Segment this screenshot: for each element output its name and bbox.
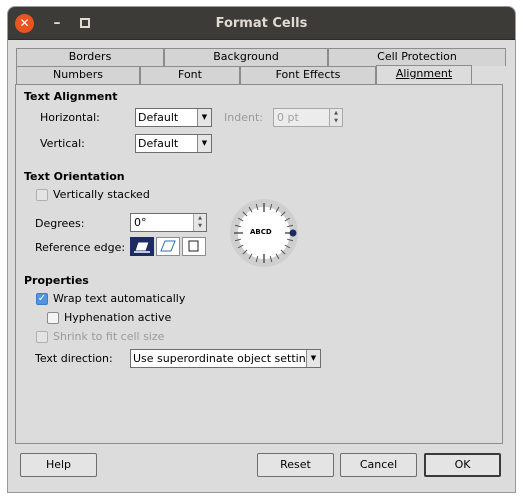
horizontal-value: Default — [138, 111, 179, 124]
orientation-dial[interactable]: ABCD — [228, 197, 300, 269]
shrink-checkbox[interactable] — [36, 331, 48, 343]
maximize-icon[interactable] — [80, 18, 90, 28]
degrees-value: 0° — [134, 216, 147, 229]
degrees-spinner[interactable]: 0° ▲ ▼ — [130, 213, 207, 232]
text-orientation-heading: Text Orientation — [24, 170, 125, 183]
reference-edge-inside-button[interactable] — [182, 237, 206, 256]
horizontal-label: Horizontal: — [40, 111, 100, 124]
chevron-down-icon: ▼ — [197, 135, 211, 152]
close-icon[interactable]: ✕ — [15, 14, 34, 33]
reset-button[interactable]: Reset — [257, 453, 334, 477]
wrap-text-checkbox[interactable]: ✓ — [36, 293, 48, 305]
vertical-label: Vertical: — [40, 137, 85, 150]
indent-label: Indent: — [224, 111, 263, 124]
reference-edge-top-button[interactable] — [156, 237, 180, 256]
tab-background[interactable]: Background — [164, 48, 328, 66]
parallelogram-icon — [134, 241, 150, 253]
tab-cell-protection[interactable]: Cell Protection — [328, 48, 506, 66]
dial-preview-text: ABCD — [250, 228, 272, 236]
titlebar: Format Cells ✕ – — [8, 7, 515, 40]
chevron-down-icon: ▼ — [197, 109, 211, 126]
indent-value: 0 pt — [277, 111, 299, 124]
spin-down-icon[interactable]: ▼ — [330, 117, 342, 125]
square-icon — [188, 240, 199, 252]
text-direction-select[interactable]: Use superordinate object settings ▼ — [130, 349, 321, 368]
vertically-stacked-label: Vertically stacked — [53, 188, 150, 201]
spin-up-icon[interactable]: ▲ — [194, 214, 206, 222]
text-alignment-heading: Text Alignment — [24, 90, 118, 103]
reference-edge-label: Reference edge: — [35, 241, 126, 254]
vertically-stacked-checkbox[interactable] — [36, 189, 48, 201]
hyphenation-checkbox[interactable] — [47, 312, 59, 324]
tab-alignment[interactable]: Alignment — [376, 65, 472, 84]
hyphenation-label: Hyphenation active — [64, 311, 172, 324]
spin-buttons[interactable]: ▲ ▼ — [329, 109, 342, 126]
shrink-label: Shrink to fit cell size — [53, 330, 165, 343]
spin-buttons[interactable]: ▲ ▼ — [193, 214, 206, 231]
spin-down-icon[interactable]: ▼ — [194, 222, 206, 230]
wrap-text-label: Wrap text automatically — [53, 292, 186, 305]
dial-handle[interactable] — [289, 229, 297, 237]
vertical-value: Default — [138, 137, 179, 150]
tab-font[interactable]: Font — [140, 66, 240, 84]
indent-spinner[interactable]: 0 pt ▲ ▼ — [273, 108, 343, 127]
text-direction-value: Use superordinate object settings — [133, 352, 319, 365]
ok-button[interactable]: OK — [424, 453, 501, 477]
horizontal-select[interactable]: Default ▼ — [135, 108, 212, 127]
minimize-icon[interactable]: – — [48, 13, 66, 33]
cancel-button[interactable]: Cancel — [340, 453, 417, 477]
reference-edge-bottom-button[interactable] — [130, 237, 154, 256]
format-cells-dialog: Format Cells ✕ – Borders Background Cell… — [8, 7, 515, 492]
tab-numbers[interactable]: Numbers — [16, 66, 140, 84]
parallelogram-icon — [160, 240, 176, 252]
chevron-down-icon: ▼ — [306, 350, 320, 367]
properties-heading: Properties — [24, 274, 89, 287]
degrees-label: Degrees: — [35, 217, 85, 230]
tab-font-effects[interactable]: Font Effects — [240, 66, 376, 84]
help-button[interactable]: Help — [20, 453, 97, 477]
tab-borders[interactable]: Borders — [16, 48, 164, 66]
spin-up-icon[interactable]: ▲ — [330, 109, 342, 117]
text-direction-label: Text direction: — [35, 352, 113, 365]
vertical-select[interactable]: Default ▼ — [135, 134, 212, 153]
